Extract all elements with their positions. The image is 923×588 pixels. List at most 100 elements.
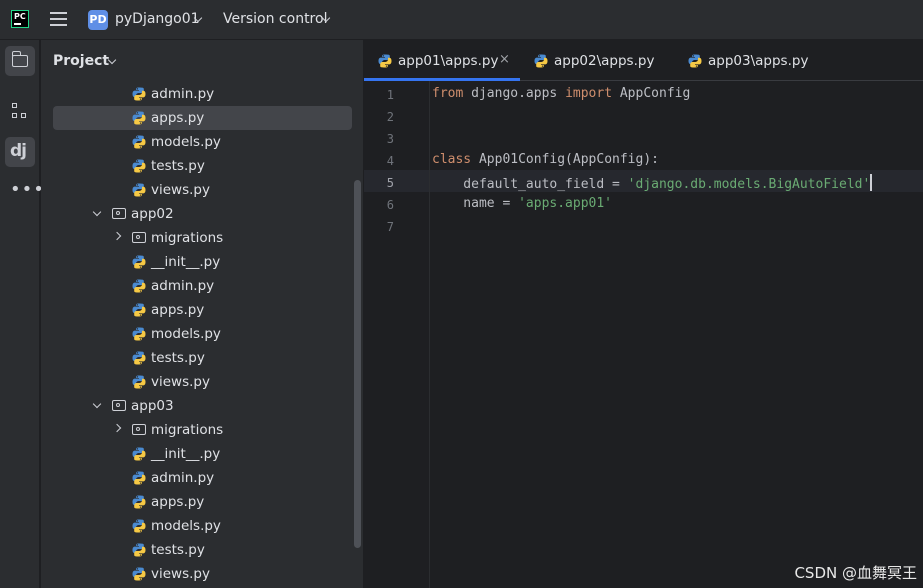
code-line[interactable]: class App01Config(AppConfig): (432, 152, 659, 167)
folder-icon (112, 400, 126, 411)
tree-file-item[interactable]: __init__.py (53, 442, 352, 466)
editor-tab[interactable]: app01\apps.py × (364, 40, 520, 81)
tree-item-label: tests.py (151, 158, 205, 174)
tree-item-label: migrations (151, 230, 224, 246)
chevron-right-icon[interactable] (112, 423, 122, 433)
tree-file-item[interactable]: apps.py (53, 490, 352, 514)
python-file-icon (378, 54, 392, 68)
tree-file-item[interactable]: views.py (53, 178, 352, 202)
gutter-divider (429, 81, 430, 588)
code-line[interactable]: name = 'apps.app01' (432, 196, 612, 211)
version-control-menu[interactable]: Version control (223, 11, 327, 27)
tree-item-label: __init__.py (151, 446, 221, 462)
tree-file-item[interactable]: admin.py (53, 82, 352, 106)
tree-item-label: models.py (151, 134, 221, 150)
tree-item-label: models.py (151, 326, 221, 342)
tree-item-label: admin.py (151, 86, 215, 102)
tree-file-item[interactable]: tests.py (53, 538, 352, 562)
title-bar: PC PD pyDjango01 Version control (0, 0, 923, 40)
tree-file-item[interactable]: models.py (53, 322, 352, 346)
chevron-down-icon[interactable] (92, 399, 102, 409)
code-line[interactable]: default_auto_field = 'django.db.models.B… (432, 174, 873, 192)
chevron-right-icon[interactable] (112, 231, 122, 241)
python-file-icon (132, 327, 146, 341)
structure-icon (12, 103, 28, 121)
python-file-icon (132, 135, 146, 149)
django-tool-button[interactable]: dj (5, 137, 35, 167)
tree-item-label: views.py (151, 566, 210, 582)
more-tools-button[interactable]: ••• (5, 176, 44, 206)
structure-tool-button[interactable] (5, 97, 35, 127)
tree-folder-item[interactable]: app03 (53, 394, 352, 418)
folder-icon (132, 232, 146, 243)
line-number: 2 (386, 110, 394, 124)
tool-window-strip: dj ••• (0, 40, 44, 588)
editor-tab-label: app02\apps.py (554, 53, 655, 69)
editor-tab[interactable]: app02\apps.py (520, 40, 674, 81)
editor: app01\apps.py × app02\apps.py app03\apps.py… (364, 40, 923, 588)
tree-folder-item[interactable]: migrations (53, 418, 352, 442)
line-number: 6 (386, 198, 394, 212)
pycharm-logo-icon: PC (11, 10, 29, 28)
python-file-icon (132, 351, 146, 365)
tree-file-item[interactable]: models.py (53, 130, 352, 154)
python-file-icon (132, 567, 146, 581)
tree-item-label: tests.py (151, 350, 205, 366)
tree-file-item[interactable]: __init__.py (53, 250, 352, 274)
python-file-icon (688, 54, 702, 68)
editor-tab-label: app03\apps.py (708, 53, 809, 69)
folder-icon (11, 51, 28, 67)
tree-item-label: admin.py (151, 278, 215, 294)
python-file-icon (132, 279, 146, 293)
code-line[interactable]: from django.apps import AppConfig (432, 86, 690, 101)
python-file-icon (132, 471, 146, 485)
python-file-icon (132, 447, 146, 461)
python-file-icon (132, 495, 146, 509)
tree-file-item[interactable]: tests.py (53, 154, 352, 178)
python-file-icon (132, 87, 146, 101)
editor-tab-bar: app01\apps.py × app02\apps.py app03\apps.py (364, 40, 923, 81)
text-caret (870, 174, 873, 191)
tree-item-label: __init__.py (151, 254, 221, 270)
tree-item-label: app02 (131, 206, 174, 222)
python-file-icon (132, 159, 146, 173)
tree-item-label: models.py (151, 518, 221, 534)
line-number: 7 (386, 220, 394, 234)
project-name[interactable]: pyDjango01 (115, 11, 200, 27)
tree-file-item[interactable]: tests.py (53, 346, 352, 370)
editor-tab[interactable]: app03\apps.py (674, 40, 834, 81)
tree-file-item[interactable]: admin.py (53, 466, 352, 490)
project-panel-title[interactable]: Project (53, 53, 109, 69)
main-menu-icon[interactable] (50, 12, 67, 27)
python-file-icon (132, 543, 146, 557)
project-tool-button[interactable] (5, 46, 35, 76)
tree-file-item[interactable]: views.py (53, 370, 352, 394)
tree-item-label: apps.py (151, 302, 205, 318)
tree-file-item[interactable]: apps.py (53, 106, 352, 130)
project-panel: Project admin.py apps.py models.py tests.py… (41, 40, 364, 588)
line-number: 1 (386, 88, 394, 102)
chevron-down-icon[interactable] (92, 207, 102, 217)
editor-tab-label: app01\apps.py (398, 53, 499, 69)
project-badge[interactable]: PD (88, 10, 108, 30)
tree-item-label: views.py (151, 374, 210, 390)
python-file-icon (132, 303, 146, 317)
folder-icon (132, 424, 146, 435)
tree-item-label: apps.py (151, 110, 205, 126)
python-file-icon (132, 375, 146, 389)
tree-file-item[interactable]: views.py (53, 562, 352, 586)
tree-folder-item[interactable]: app02 (53, 202, 352, 226)
tree-item-label: views.py (151, 182, 210, 198)
tree-folder-item[interactable]: migrations (53, 226, 352, 250)
line-number-gutter: 1 2 3 4 5 6 7 (364, 81, 430, 588)
tree-file-item[interactable]: admin.py (53, 274, 352, 298)
tree-item-label: apps.py (151, 494, 205, 510)
tree-item-label: migrations (151, 422, 224, 438)
line-number: 4 (386, 154, 394, 168)
close-tab-icon[interactable]: × (499, 52, 510, 67)
watermark: CSDN @血舞冥王 (794, 564, 917, 582)
panel-scrollbar[interactable] (354, 180, 361, 548)
tree-file-item[interactable]: apps.py (53, 298, 352, 322)
tree-file-item[interactable]: models.py (53, 514, 352, 538)
line-number: 5 (386, 176, 394, 190)
